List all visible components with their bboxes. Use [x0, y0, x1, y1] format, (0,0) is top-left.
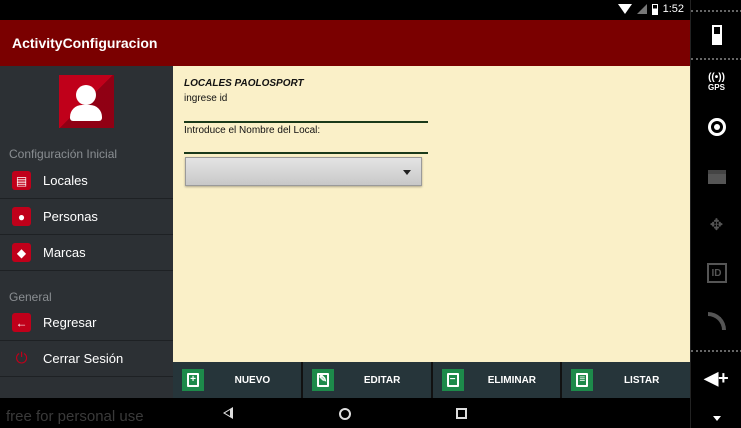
- rss-icon: [707, 312, 726, 330]
- remove-document-icon: −: [441, 369, 464, 391]
- drawer-item-label: Regresar: [43, 315, 97, 330]
- system-nav-bar: free for personal use: [0, 398, 690, 428]
- camera-icon: [707, 118, 726, 136]
- app-title: ActivityConfiguracion: [12, 35, 158, 51]
- home-icon[interactable]: [339, 408, 351, 420]
- dpad-button[interactable]: ✥: [691, 215, 741, 235]
- gps-icon: ((•)) GPS: [708, 72, 725, 92]
- id-icon: ID: [706, 263, 727, 283]
- recent-apps-icon[interactable]: [456, 408, 467, 419]
- user-body-icon: [70, 105, 102, 121]
- store-icon: ▤: [12, 171, 31, 190]
- navigation-drawer: Configuración Inicial ▤ Locales ● Person…: [0, 66, 173, 398]
- chevron-down-icon: [403, 170, 411, 175]
- back-icon[interactable]: [223, 407, 233, 419]
- status-time: 1:52: [662, 3, 684, 15]
- section-header-configuracion: Configuración Inicial: [9, 147, 118, 161]
- status-icons: 1:52: [617, 3, 684, 15]
- eliminar-button[interactable]: − ELIMINAR: [432, 362, 563, 398]
- button-label: EDITAR: [363, 374, 401, 386]
- avatar[interactable]: [59, 75, 114, 128]
- editar-button[interactable]: ✎ EDITAR: [302, 362, 433, 398]
- drawer-item-label: Locales: [43, 173, 88, 188]
- wifi-icon: [617, 4, 632, 14]
- drawer-item-cerrar-sesion[interactable]: ⏻ Cerrar Sesión: [0, 341, 173, 377]
- camera-button[interactable]: [691, 118, 741, 136]
- listar-button[interactable]: ≡ LISTAR: [562, 362, 690, 398]
- add-document-icon: +: [182, 369, 204, 391]
- device-id-button[interactable]: ID: [691, 263, 741, 283]
- chevron-down-icon: [712, 416, 721, 421]
- name-input[interactable]: [184, 152, 428, 154]
- id-label: ID: [711, 267, 722, 279]
- id-field-label: ingrese id: [184, 93, 228, 104]
- nuevo-button[interactable]: + NUEVO: [173, 362, 303, 398]
- clapperboard-icon: [707, 170, 726, 184]
- page-title: LOCALES PAOLOSPORT: [184, 78, 304, 89]
- tag-icon: ◆: [12, 243, 31, 262]
- battery-icon: [711, 25, 722, 45]
- volume-up-button[interactable]: ◀+: [691, 368, 741, 389]
- arrow-left-icon: ←: [12, 313, 31, 332]
- drawer-item-regresar[interactable]: ← Regresar: [0, 305, 173, 341]
- drawer-item-personas[interactable]: ● Personas: [0, 199, 173, 235]
- main-content: LOCALES PAOLOSPORT ingrese id Introduce …: [173, 66, 690, 362]
- button-label: LISTAR: [623, 374, 660, 386]
- button-label: NUEVO: [234, 374, 271, 386]
- drawer-item-locales[interactable]: ▤ Locales: [0, 163, 173, 199]
- list-icon: ≡: [571, 369, 594, 391]
- button-label: ELIMINAR: [487, 374, 537, 386]
- panel-separator: [691, 10, 741, 12]
- dpad-icon: ✥: [709, 217, 724, 234]
- watermark-text: free for personal use: [6, 408, 144, 425]
- app-bar: ActivityConfiguracion: [0, 20, 690, 66]
- power-icon: ⏻: [15, 350, 28, 367]
- drawer-item-marcas[interactable]: ◆ Marcas: [0, 235, 173, 271]
- panel-more-button[interactable]: [691, 416, 741, 421]
- battery-icon: [651, 3, 658, 15]
- emulator-screen: 1:52 ActivityConfiguracion Configuración…: [0, 0, 690, 428]
- media-button[interactable]: [691, 170, 741, 184]
- battery-button[interactable]: [691, 25, 741, 45]
- signal-icon: [636, 4, 647, 14]
- user-head-icon: [76, 85, 96, 105]
- gps-label: GPS: [708, 83, 725, 92]
- status-bar: 1:52: [0, 0, 690, 20]
- panel-separator: [691, 350, 741, 352]
- network-button[interactable]: [691, 312, 741, 330]
- name-field-label: Introduce el Nombre del Local:: [184, 125, 321, 136]
- gps-button[interactable]: ((•)) GPS: [691, 72, 741, 92]
- panel-separator: [691, 58, 741, 60]
- volume-up-icon: ◀+: [704, 368, 729, 388]
- edit-icon: ✎: [311, 369, 334, 391]
- section-header-general: General: [9, 290, 52, 304]
- drawer-item-label: Personas: [43, 209, 98, 224]
- local-spinner[interactable]: [185, 157, 422, 186]
- people-icon: ●: [12, 207, 31, 226]
- drawer-item-label: Cerrar Sesión: [43, 351, 124, 366]
- action-button-bar: + NUEVO ✎ EDITAR − ELIMINAR ≡ LISTAR: [173, 362, 690, 398]
- id-input[interactable]: [184, 121, 428, 123]
- emulator-side-panel: ((•)) GPS ✥ ID ◀+: [690, 0, 741, 428]
- drawer-item-label: Marcas: [43, 245, 86, 260]
